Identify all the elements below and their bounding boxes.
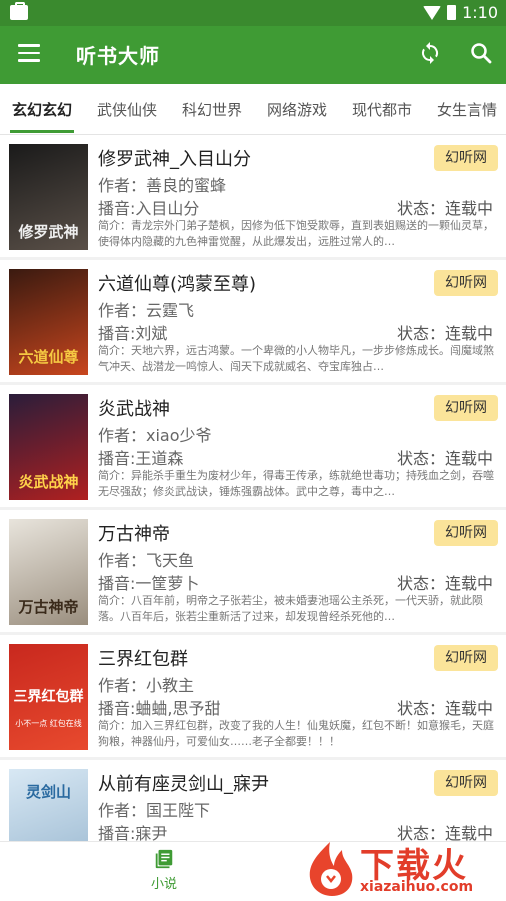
book-cover: 灵剑山: [9, 769, 88, 841]
notification-bag-icon: [10, 2, 28, 20]
book-item[interactable]: 炎武战神 炎武战神 幻听网 作者：xiao少爷 播音:王道森 状态：连载中 简介…: [0, 385, 506, 507]
book-status: 状态：连载中: [397, 449, 494, 468]
nav-novel[interactable]: 小说: [140, 848, 188, 892]
book-author: 作者：国王陛下: [98, 801, 211, 820]
book-author: 作者：飞天鱼: [98, 551, 195, 570]
book-status: 状态：连载中: [397, 699, 494, 718]
book-status: 状态：连载中: [397, 324, 494, 343]
tab-wuxia[interactable]: 武侠仙侠: [97, 99, 157, 120]
book-author: 作者：小教主: [98, 676, 195, 695]
book-intro: 简介：八百年前，明帝之子张若尘，被未婚妻池瑶公主杀死，一代天骄，就此陨落。八百年…: [98, 594, 483, 623]
watermark: 下载火 xiazaihuo.com: [300, 838, 506, 900]
search-icon[interactable]: [469, 41, 493, 65]
book-author: 作者：云霆飞: [98, 301, 195, 320]
tab-indicator: [10, 130, 74, 133]
book-cover: 三界红包群 小不一点 红包在线: [9, 644, 88, 750]
nav-novel-label: 小说: [150, 877, 177, 892]
book-narrator: 播音:蛐蛐,思予甜: [98, 699, 221, 718]
category-tabs: 玄幻玄幻 武侠仙侠 科幻世界 网络游戏 现代都市 女生言情: [0, 84, 506, 135]
book-narrator: 播音:王道森: [98, 449, 184, 468]
tab-urban[interactable]: 现代都市: [352, 99, 412, 120]
book-item[interactable]: 万古神帝 万古神帝 幻听网 作者：飞天鱼 播音:一筐萝卜 状态：连载中 简介：八…: [0, 510, 506, 632]
tab-online-game[interactable]: 网络游戏: [267, 99, 327, 120]
book-item[interactable]: 六道仙尊 六道仙尊(鸿蒙至尊) 幻听网 作者：云霆飞 播音:刘斌 状态：连载中 …: [0, 260, 506, 382]
book-status: 状态：连载中: [397, 574, 494, 593]
book-status: 状态：连载中: [397, 199, 494, 218]
tab-scifi[interactable]: 科幻世界: [182, 99, 242, 120]
book-cover: 修罗武神: [9, 144, 88, 250]
book-cover: 六道仙尊: [9, 269, 88, 375]
book-title: 三界红包群: [98, 649, 188, 670]
app-bar: 听书大师: [0, 26, 506, 84]
source-badge: 幻听网: [434, 770, 498, 796]
tab-xuanhuan[interactable]: 玄幻玄幻: [12, 99, 72, 120]
source-badge: 幻听网: [434, 520, 498, 546]
wifi-icon: [423, 5, 442, 20]
book-author: 作者：xiao少爷: [98, 426, 212, 445]
menu-icon[interactable]: [18, 44, 40, 62]
book-narrator: 播音:入目山分: [98, 199, 200, 218]
book-title: 万古神帝: [98, 524, 170, 545]
book-intro: 简介：青龙宗外门弟子楚枫，因修为低下饱受欺辱，直到表姐赐送的一颗仙灵草，使得体内…: [98, 219, 494, 248]
book-intro: 简介：异能杀手重生为废材少年，得毒王传承，练就绝世毒功；持残血之剑，吞噬无尽强敌…: [98, 469, 494, 498]
sync-icon[interactable]: [418, 41, 442, 65]
book-narrator: 播音:刘斌: [98, 324, 168, 343]
book-cover: 万古神帝: [9, 519, 88, 625]
watermark-url: xiazaihuo.com: [360, 879, 474, 895]
book-title: 六道仙尊(鸿蒙至尊): [98, 274, 257, 295]
source-badge: 幻听网: [434, 270, 498, 296]
book-icon: [155, 849, 173, 869]
book-intro: 简介：天地六界，远古鸿蒙。一个卑微的小人物毕凡，一步步修炼成长。闯魔域煞气冲天、…: [98, 344, 494, 373]
flame-logo-icon: [309, 842, 353, 896]
book-author: 作者：善良的蜜蜂: [98, 176, 227, 195]
book-title: 从前有座灵剑山_寐尹: [98, 774, 269, 795]
book-cover: 炎武战神: [9, 394, 88, 500]
tab-romance[interactable]: 女生言情: [437, 99, 497, 120]
book-intro: 简介：加入三界红包群，改变了我的人生！仙鬼妖魔，红包不断！如意猴毛，天庭狗粮，神…: [98, 719, 494, 748]
source-badge: 幻听网: [434, 645, 498, 671]
book-item[interactable]: 三界红包群 小不一点 红包在线 三界红包群 幻听网 作者：小教主 播音:蛐蛐,思…: [0, 635, 506, 757]
status-bar: 1:10: [0, 0, 506, 26]
battery-icon: [447, 5, 457, 20]
book-item[interactable]: 灵剑山 从前有座灵剑山_寐尹 幻听网 作者：国王陛下 播音:寐尹 状态：连载中: [0, 760, 506, 841]
status-time: 1:10: [462, 3, 498, 22]
book-narrator: 播音:寐尹: [98, 824, 168, 841]
source-badge: 幻听网: [434, 395, 498, 421]
book-title: 炎武战神: [98, 399, 170, 420]
book-narrator: 播音:一筐萝卜: [98, 574, 200, 593]
source-badge: 幻听网: [434, 145, 498, 171]
book-list[interactable]: 修罗武神 修罗武神_入目山分 幻听网 作者：善良的蜜蜂 播音:入目山分 状态：连…: [0, 135, 506, 841]
book-title: 修罗武神_入目山分: [98, 149, 251, 170]
app-title: 听书大师: [76, 44, 160, 68]
book-item[interactable]: 修罗武神 修罗武神_入目山分 幻听网 作者：善良的蜜蜂 播音:入目山分 状态：连…: [0, 135, 506, 257]
